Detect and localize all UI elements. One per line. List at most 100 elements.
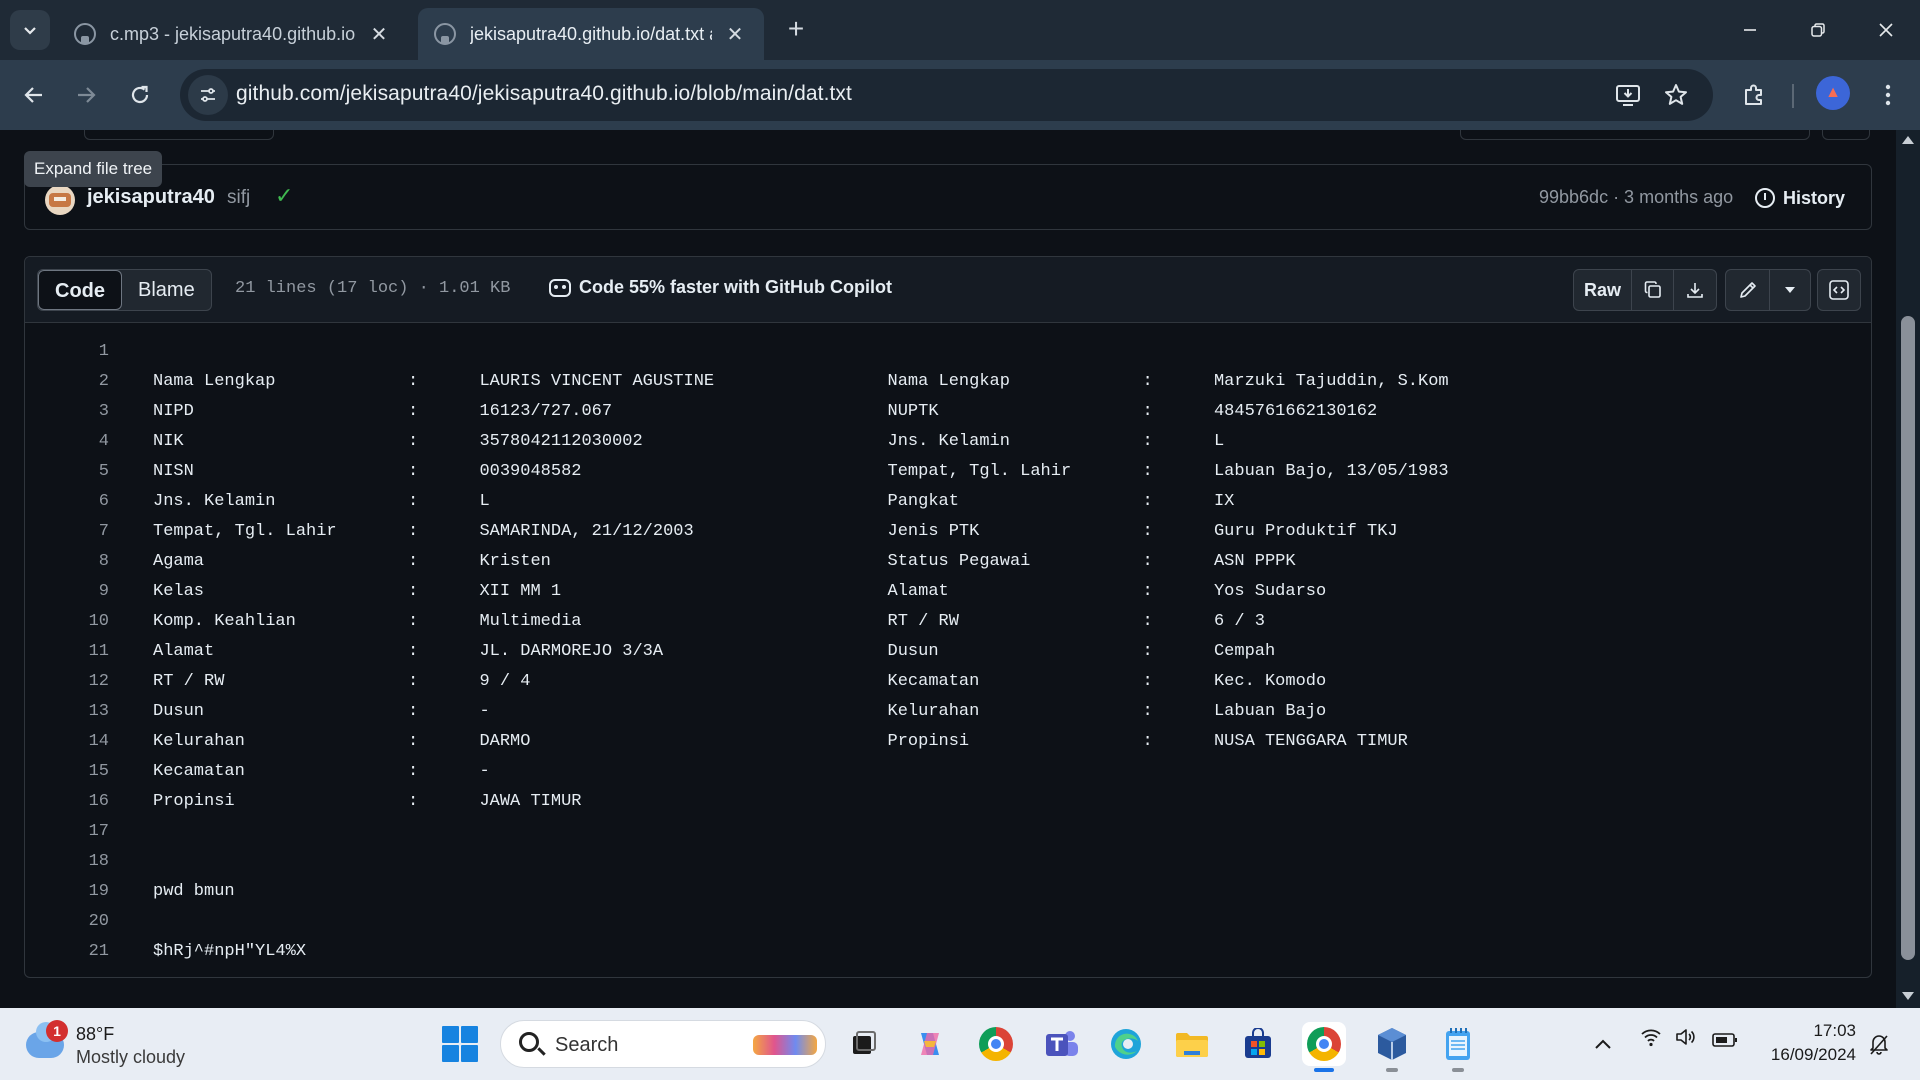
- author-avatar[interactable]: [45, 185, 75, 215]
- scrollbar-thumb[interactable]: [1901, 316, 1915, 960]
- start-button[interactable]: [442, 1026, 478, 1062]
- teams-app[interactable]: [1040, 1022, 1084, 1066]
- line-number[interactable]: 21: [25, 942, 133, 961]
- wifi-status[interactable]: [1640, 1026, 1662, 1054]
- check-icon[interactable]: ✓: [275, 183, 293, 209]
- line-number[interactable]: 3: [25, 402, 133, 421]
- raw-button[interactable]: Raw: [1574, 270, 1632, 310]
- copilot-app[interactable]: [908, 1022, 952, 1066]
- close-tab-icon[interactable]: ✕: [366, 21, 392, 47]
- extensions-button[interactable]: [1734, 75, 1774, 115]
- code-tab[interactable]: Code: [38, 270, 122, 310]
- reload-button[interactable]: [120, 75, 160, 115]
- download-raw-button[interactable]: [1674, 270, 1716, 310]
- show-hidden-icons-button[interactable]: [1594, 1030, 1612, 1056]
- code-line: 12 RT / RW : 9 / 4 Kecamatan : Kec. Komod…: [25, 666, 1871, 696]
- scroll-up-arrow-icon[interactable]: [1902, 136, 1914, 144]
- line-number[interactable]: 5: [25, 462, 133, 481]
- line-number[interactable]: 16: [25, 792, 133, 811]
- commit-author-link[interactable]: jekisaputra40: [87, 186, 215, 209]
- line-text: Kelurahan : DARMO Propinsi : NUSA TENGGA…: [153, 731, 1408, 751]
- tab-dat-txt[interactable]: jekisaputra40.github.io/dat.txt a ✕: [418, 8, 764, 60]
- page-scrollbar[interactable]: [1896, 130, 1920, 1008]
- search-label: Search: [555, 1034, 619, 1056]
- line-number[interactable]: 9: [25, 582, 133, 601]
- tab-search-button[interactable]: [10, 10, 50, 50]
- windows-logo-icon: [461, 1026, 478, 1043]
- url-text[interactable]: github.com/jekisaputra40/jekisaputra40.g…: [236, 82, 852, 106]
- line-number[interactable]: 7: [25, 522, 133, 541]
- wifi-icon: [1641, 1029, 1661, 1047]
- line-number[interactable]: 2: [25, 372, 133, 391]
- bookmark-button[interactable]: [1660, 79, 1692, 111]
- code-line: 9 Kelas : XII MM 1 Alamat : Yos Sudarso: [25, 576, 1871, 606]
- commit-message[interactable]: sifj: [227, 187, 250, 209]
- line-number[interactable]: 1: [25, 342, 133, 361]
- line-number[interactable]: 15: [25, 762, 133, 781]
- back-button[interactable]: [14, 75, 54, 115]
- triangle-down-icon: [1785, 287, 1795, 293]
- profile-avatar[interactable]: ▲: [1816, 76, 1850, 110]
- edit-options-dropdown[interactable]: [1770, 270, 1810, 310]
- commit-meta[interactable]: 99bb6dc · 3 months ago: [1539, 187, 1733, 208]
- line-number[interactable]: 4: [25, 432, 133, 451]
- chrome-app-1[interactable]: [974, 1022, 1018, 1066]
- site-info-button[interactable]: [188, 75, 228, 115]
- install-app-button[interactable]: [1612, 79, 1644, 111]
- symbols-panel-button[interactable]: [1817, 269, 1861, 311]
- reload-icon: [131, 85, 149, 104]
- taskbar-time[interactable]: 17:03: [1796, 1021, 1856, 1041]
- line-number[interactable]: 8: [25, 552, 133, 571]
- chrome-app-active[interactable]: [1302, 1022, 1346, 1072]
- close-window-button[interactable]: [1852, 0, 1920, 60]
- speaker-icon: [1676, 1029, 1695, 1045]
- new-tab-button[interactable]: +: [780, 14, 812, 46]
- line-number[interactable]: 18: [25, 852, 133, 871]
- taskbar-date[interactable]: 16/09/2024: [1760, 1045, 1856, 1065]
- line-number[interactable]: 10: [25, 612, 133, 631]
- branch-selector-partial[interactable]: [84, 130, 274, 140]
- line-number[interactable]: 11: [25, 642, 133, 661]
- blame-tab[interactable]: Blame: [122, 270, 211, 310]
- taskbar-search[interactable]: Search: [500, 1020, 826, 1068]
- minimize-button[interactable]: [1716, 0, 1784, 60]
- line-text: $hRj^#npH"YL4%X: [153, 941, 307, 961]
- tab-title: c.mp3 - jekisaputra40.github.io: [110, 23, 356, 44]
- chrome-icon: [1307, 1027, 1341, 1061]
- line-number[interactable]: 17: [25, 822, 133, 841]
- line-number[interactable]: 6: [25, 492, 133, 511]
- file-explorer-app[interactable]: [1170, 1022, 1214, 1066]
- history-button[interactable]: History: [1755, 183, 1845, 213]
- address-bar[interactable]: github.com/jekisaputra40/jekisaputra40.g…: [180, 69, 1713, 121]
- go-to-file-partial[interactable]: [1460, 130, 1810, 140]
- copy-raw-button[interactable]: [1632, 270, 1674, 310]
- close-tab-icon[interactable]: ✕: [722, 21, 748, 47]
- volume-status[interactable]: [1674, 1026, 1698, 1054]
- notepad-app[interactable]: [1436, 1022, 1480, 1072]
- install-icon: [1616, 85, 1640, 106]
- virtualbox-app[interactable]: [1370, 1022, 1414, 1072]
- forward-button[interactable]: [66, 75, 106, 115]
- notifications-button[interactable]: [1868, 1032, 1890, 1062]
- chrome-menu-button[interactable]: [1868, 75, 1908, 115]
- more-vertical-icon: [1885, 84, 1891, 106]
- weather-widget[interactable]: 1 88°F Mostly cloudy: [26, 1020, 226, 1070]
- ms-store-app[interactable]: [1236, 1022, 1280, 1066]
- scroll-down-arrow-icon[interactable]: [1902, 992, 1914, 1000]
- restore-button[interactable]: [1784, 0, 1852, 60]
- copilot-promo-text: Code 55% faster with GitHub Copilot: [579, 277, 893, 297]
- edge-app[interactable]: [1104, 1022, 1148, 1066]
- task-view-button[interactable]: [842, 1022, 886, 1066]
- line-number[interactable]: 13: [25, 702, 133, 721]
- battery-status[interactable]: [1712, 1028, 1738, 1054]
- more-options-partial[interactable]: [1822, 130, 1870, 140]
- line-number[interactable]: 20: [25, 912, 133, 931]
- line-number[interactable]: 12: [25, 672, 133, 691]
- line-number[interactable]: 14: [25, 732, 133, 751]
- copilot-promo-link[interactable]: Code 55% faster with GitHub Copilot: [549, 277, 892, 298]
- arrow-left-icon: [24, 87, 42, 103]
- tab-c-mp3[interactable]: c.mp3 - jekisaputra40.github.io ✕: [58, 8, 408, 60]
- edit-file-button[interactable]: [1726, 270, 1770, 310]
- file-lines-info: 21 lines (17 loc) · 1.01 KB: [235, 279, 511, 298]
- line-number[interactable]: 19: [25, 882, 133, 901]
